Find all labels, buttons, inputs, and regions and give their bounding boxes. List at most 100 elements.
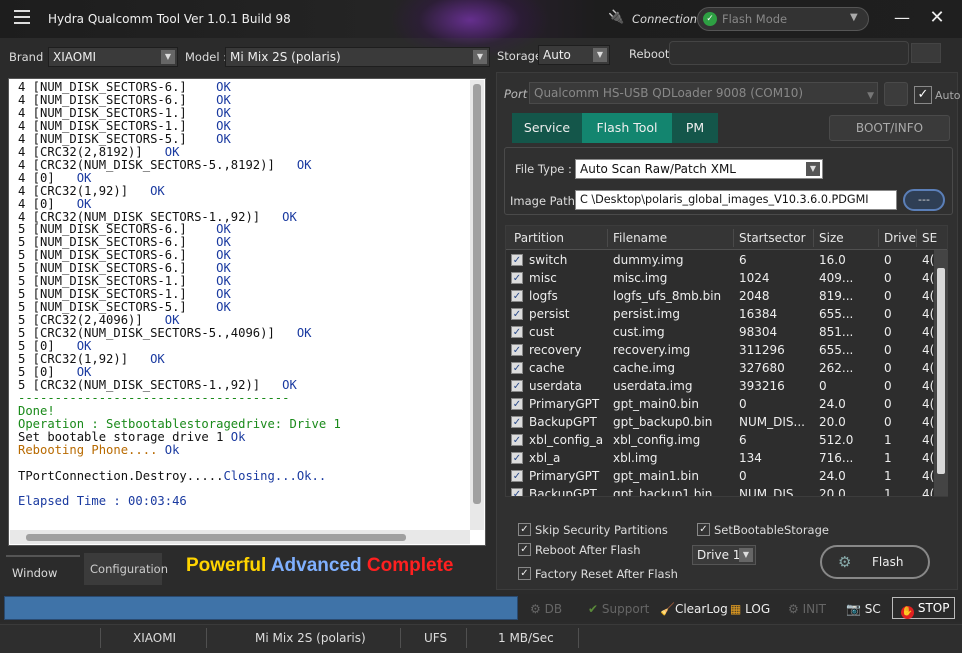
partition-checkbox[interactable]: ✓ [511, 380, 523, 392]
log-line-text: 4 [CRC32(1,92)] [18, 183, 151, 198]
log-line-text: 4 [CRC32(NUM_DISK_SECTORS-1.,92)] [18, 209, 283, 224]
hamburger-menu-icon[interactable] [14, 10, 30, 24]
tab-window-log[interactable]: Window Log [6, 555, 80, 612]
tab-configuration[interactable]: Configuration [84, 553, 168, 585]
set-bootable-label: SetBootableStorage [714, 523, 829, 537]
partition-checkbox[interactable]: ✓ [511, 290, 523, 302]
init-gear-icon: ⚙ [788, 602, 799, 616]
clearlog-button[interactable]: 🧹ClearLog [660, 600, 728, 618]
column-header[interactable]: Drive [884, 226, 916, 250]
stop-button[interactable]: ✋ STOP [892, 597, 955, 619]
log-line: TPortConnection.Destroy.....Closing...Ok… [18, 469, 460, 483]
table-row[interactable]: ✓ BackupGPT gpt_backup1.bin NUM_DIS... 20.0 1… [506, 485, 936, 497]
connection-mode-select[interactable]: Flash Mode [697, 7, 869, 31]
partition-checkbox[interactable]: ✓ [511, 434, 523, 446]
model-select[interactable]: Mi Mix 2S (polaris) ▼ [225, 47, 490, 67]
support-label: Support [601, 602, 650, 616]
flash-button[interactable]: ⚙ Flash [820, 545, 930, 579]
reboot-select[interactable] [669, 41, 909, 65]
table-row[interactable]: ✓ PrimaryGPT gpt_main1.bin 0 24.0 1 4( [506, 467, 936, 485]
screenshot-button[interactable]: 📷 SC [846, 600, 881, 618]
log-line-text: 5 [CRC32(NUM_DISK_SECTORS-1.,92)] [18, 377, 283, 392]
storage-label: Storage [497, 49, 542, 63]
table-row[interactable]: ✓ cache cache.img 327680 262... 0 4( [506, 359, 936, 377]
log-line-text: 4 [NUM_DISK_SECTORS-6.] [18, 92, 217, 107]
partition-checkbox[interactable]: ✓ [511, 362, 523, 374]
table-cell: 16.0 [819, 253, 846, 267]
minimize-button[interactable]: — [891, 4, 913, 32]
storage-select[interactable]: Auto ▼ [538, 45, 610, 65]
table-row[interactable]: ✓ switch dummy.img 6 16.0 0 4( [506, 251, 936, 269]
partition-checkbox[interactable]: ✓ [511, 452, 523, 464]
file-type-select[interactable]: Auto Scan Raw/Patch XML ▼ [575, 159, 823, 179]
flash-button-label: Flash [872, 555, 904, 569]
partition-checkbox[interactable]: ✓ [511, 326, 523, 338]
table-row[interactable]: ✓ xbl_a xbl.img 134 716... 1 4( [506, 449, 936, 467]
set-bootable-checkbox[interactable]: ✓ [697, 523, 710, 536]
log-book-icon: ▦ [730, 602, 742, 616]
close-button[interactable]: ✕ [925, 4, 949, 32]
slogan-advanced: Advanced [270, 555, 362, 576]
init-button[interactable]: ⚙ INIT [788, 600, 826, 618]
log-output[interactable]: 4 [NUM_DISK_SECTORS-6.] OK 4 [NUM_DISK_SE… [10, 80, 468, 530]
image-path-input[interactable]: C \Desktop\polaris_global_images_V10.3.6… [575, 190, 897, 210]
boot-info-button[interactable]: BOOT/INFO [829, 115, 950, 141]
browse-button[interactable]: --- [903, 189, 945, 211]
table-row[interactable]: ✓ logfs logfs_ufs_8mb.bin 2048 819... 0 4( [506, 287, 936, 305]
status-separator [578, 628, 579, 648]
table-row[interactable]: ✓ xbl_config_a xbl_config.img 6 512.0 1 4( [506, 431, 936, 449]
brand-select[interactable]: XIAOMI ▼ [48, 47, 178, 67]
support-button[interactable]: ✔ Support [588, 600, 649, 618]
table-row[interactable]: ✓ persist persist.img 16384 655... 0 4( [506, 305, 936, 323]
partition-checkbox[interactable]: ✓ [511, 416, 523, 428]
column-divider [916, 229, 917, 247]
table-row[interactable]: ✓ recovery recovery.img 311296 655... 0 4( [506, 341, 936, 359]
partition-table-scrollbar[interactable] [934, 250, 948, 496]
port-select[interactable]: Qualcomm HS-USB QDLoader 9008 (COM10) ▼ [529, 82, 878, 104]
db-button[interactable]: ⚙ DB [530, 600, 562, 618]
log-line: Rebooting Phone.... Ok [18, 443, 460, 457]
factory-reset-checkbox[interactable]: ✓ [518, 567, 531, 580]
skip-security-checkbox[interactable]: ✓ [518, 523, 531, 536]
partition-checkbox[interactable]: ✓ [511, 398, 523, 410]
log-button[interactable]: ▦ LOG [730, 600, 770, 618]
partition-checkbox[interactable]: ✓ [511, 308, 523, 320]
column-header[interactable]: SE [922, 226, 937, 250]
column-header[interactable]: Partition [514, 226, 564, 250]
partition-checkbox[interactable]: ✓ [511, 470, 523, 482]
column-header[interactable]: Size [819, 226, 844, 250]
chevron-down-icon: ▼ [806, 162, 820, 176]
tab-flash-tool[interactable]: Flash Tool [582, 113, 672, 143]
reboot-after-flash-checkbox[interactable]: ✓ [518, 543, 531, 556]
table-cell: gpt_main1.bin [613, 469, 699, 483]
port-refresh-button[interactable] [884, 82, 908, 106]
tab-pm[interactable]: PM [672, 113, 718, 143]
log-vertical-scrollbar[interactable] [470, 80, 484, 530]
log-line-status: OK [150, 183, 165, 198]
factory-reset-label: Factory Reset After Flash [535, 567, 678, 581]
table-cell: 0 [884, 289, 892, 303]
reboot-after-flash-label: Reboot After Flash [535, 543, 641, 557]
port-label: Port [504, 87, 528, 101]
table-row[interactable]: ✓ cust cust.img 98304 851... 0 4( [506, 323, 936, 341]
tab-service[interactable]: Service [512, 113, 582, 143]
column-header[interactable]: Filename [613, 226, 667, 250]
log-line-status: OK [150, 352, 165, 367]
table-row[interactable]: ✓ userdata userdata.img 393216 0 0 4( [506, 377, 936, 395]
table-row[interactable]: ✓ misc misc.img 1024 409... 0 4( [506, 269, 936, 287]
reboot-button[interactable] [911, 43, 941, 63]
partition-checkbox[interactable]: ✓ [511, 344, 523, 356]
auto-port-checkbox[interactable]: ✓ [914, 86, 932, 104]
table-cell: gpt_backup0.bin [613, 415, 713, 429]
table-row[interactable]: ✓ BackupGPT gpt_backup0.bin NUM_DIS... 20.0 0… [506, 413, 936, 431]
table-row[interactable]: ✓ PrimaryGPT gpt_main0.bin 0 24.0 0 4( [506, 395, 936, 413]
log-horizontal-scrollbar[interactable] [10, 530, 470, 544]
partition-checkbox[interactable]: ✓ [511, 254, 523, 266]
partition-checkbox[interactable]: ✓ [511, 272, 523, 284]
partition-checkbox[interactable]: ✓ [511, 488, 523, 496]
drive-select[interactable]: Drive 1 ▼ [692, 545, 756, 565]
column-header[interactable]: Startsector [739, 226, 806, 250]
stop-icon: ✋ [901, 606, 914, 619]
table-cell: 0 [884, 343, 892, 357]
table-cell: 1 [884, 487, 892, 497]
